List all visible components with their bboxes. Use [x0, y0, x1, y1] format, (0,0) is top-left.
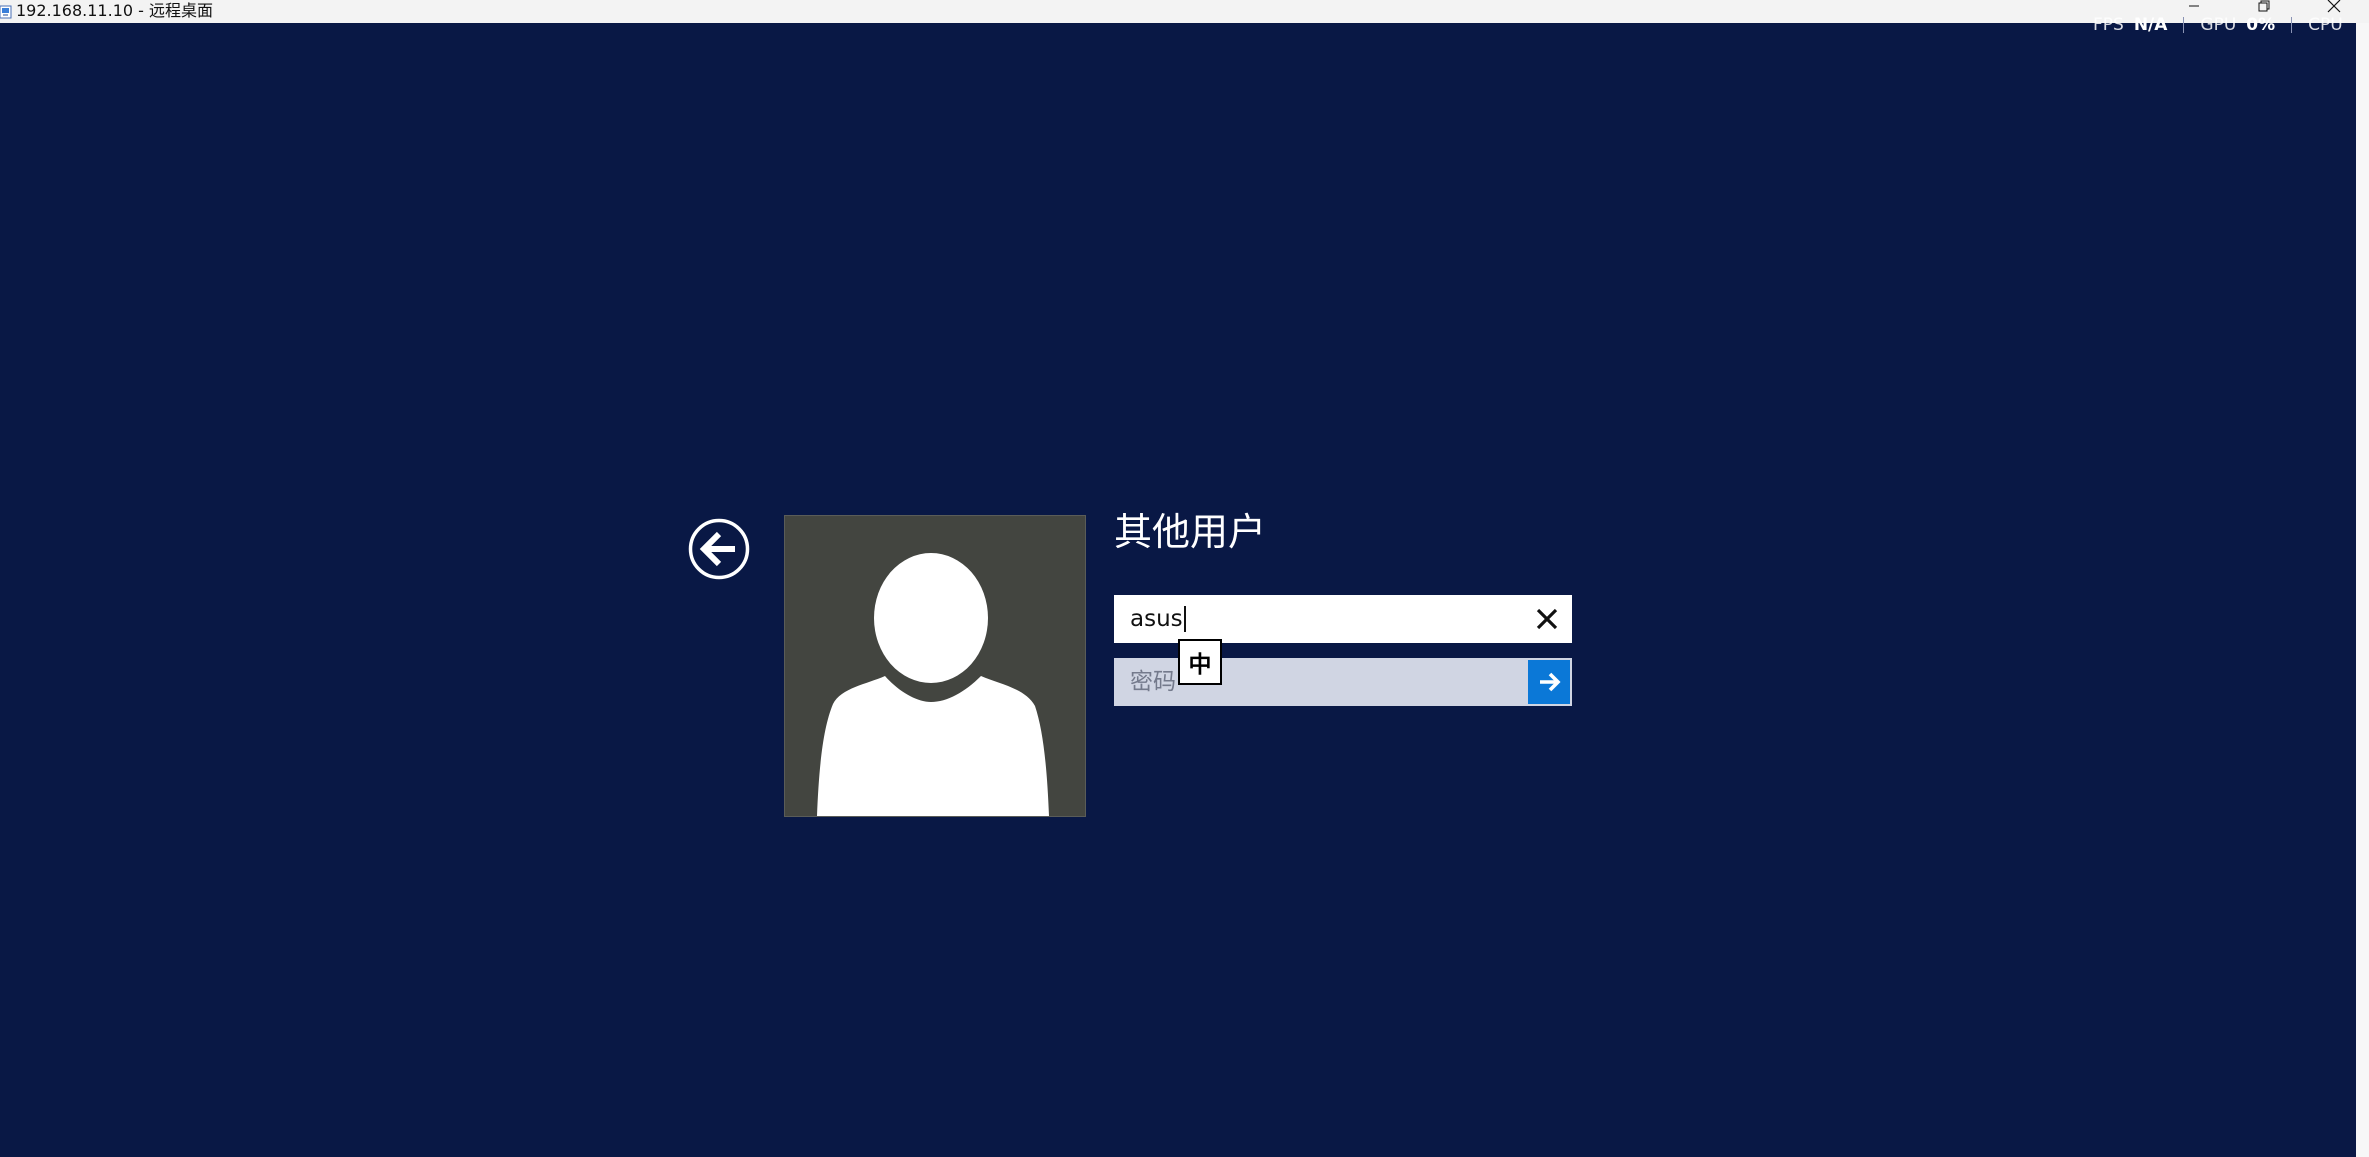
minimize-icon — [2187, 0, 2201, 14]
fps-label: FPS — [2093, 15, 2124, 35]
gpu-label: GPU — [2200, 15, 2237, 35]
remote-desktop-icon — [0, 4, 12, 19]
user-silhouette-icon — [785, 516, 1085, 816]
close-icon — [2327, 0, 2341, 14]
window-right-edge — [2356, 23, 2369, 1157]
back-button[interactable] — [687, 517, 751, 581]
arrow-right-icon — [1528, 672, 1570, 708]
window-title: 192.168.11.10 - 远程桌面 — [16, 1, 214, 20]
back-arrow-circle-icon — [687, 518, 751, 585]
perf-separator — [2183, 17, 2185, 33]
performance-overlay: FPS N/A GPU 0% CPU — [2093, 14, 2356, 36]
ime-mode-indicator[interactable]: 中 — [1178, 639, 1222, 685]
username-value: asus — [1130, 606, 1183, 632]
submit-button[interactable] — [1528, 660, 1570, 704]
restore-icon — [2257, 0, 2271, 14]
user-title: 其他用户 — [1114, 510, 1267, 554]
username-input[interactable]: asus — [1114, 595, 1572, 643]
perf-separator — [2291, 17, 2293, 33]
close-x-icon — [1532, 608, 1562, 638]
text-caret — [1183, 606, 1186, 632]
user-avatar — [784, 515, 1086, 817]
password-placeholder: 密码 — [1130, 669, 1176, 695]
cpu-label: CPU — [2308, 15, 2343, 35]
clear-username-button[interactable] — [1532, 604, 1562, 634]
window-titlebar: 192.168.11.10 - 远程桌面 — [0, 0, 2369, 23]
fps-value: N/A — [2133, 15, 2168, 35]
gpu-value: 0% — [2246, 15, 2276, 35]
